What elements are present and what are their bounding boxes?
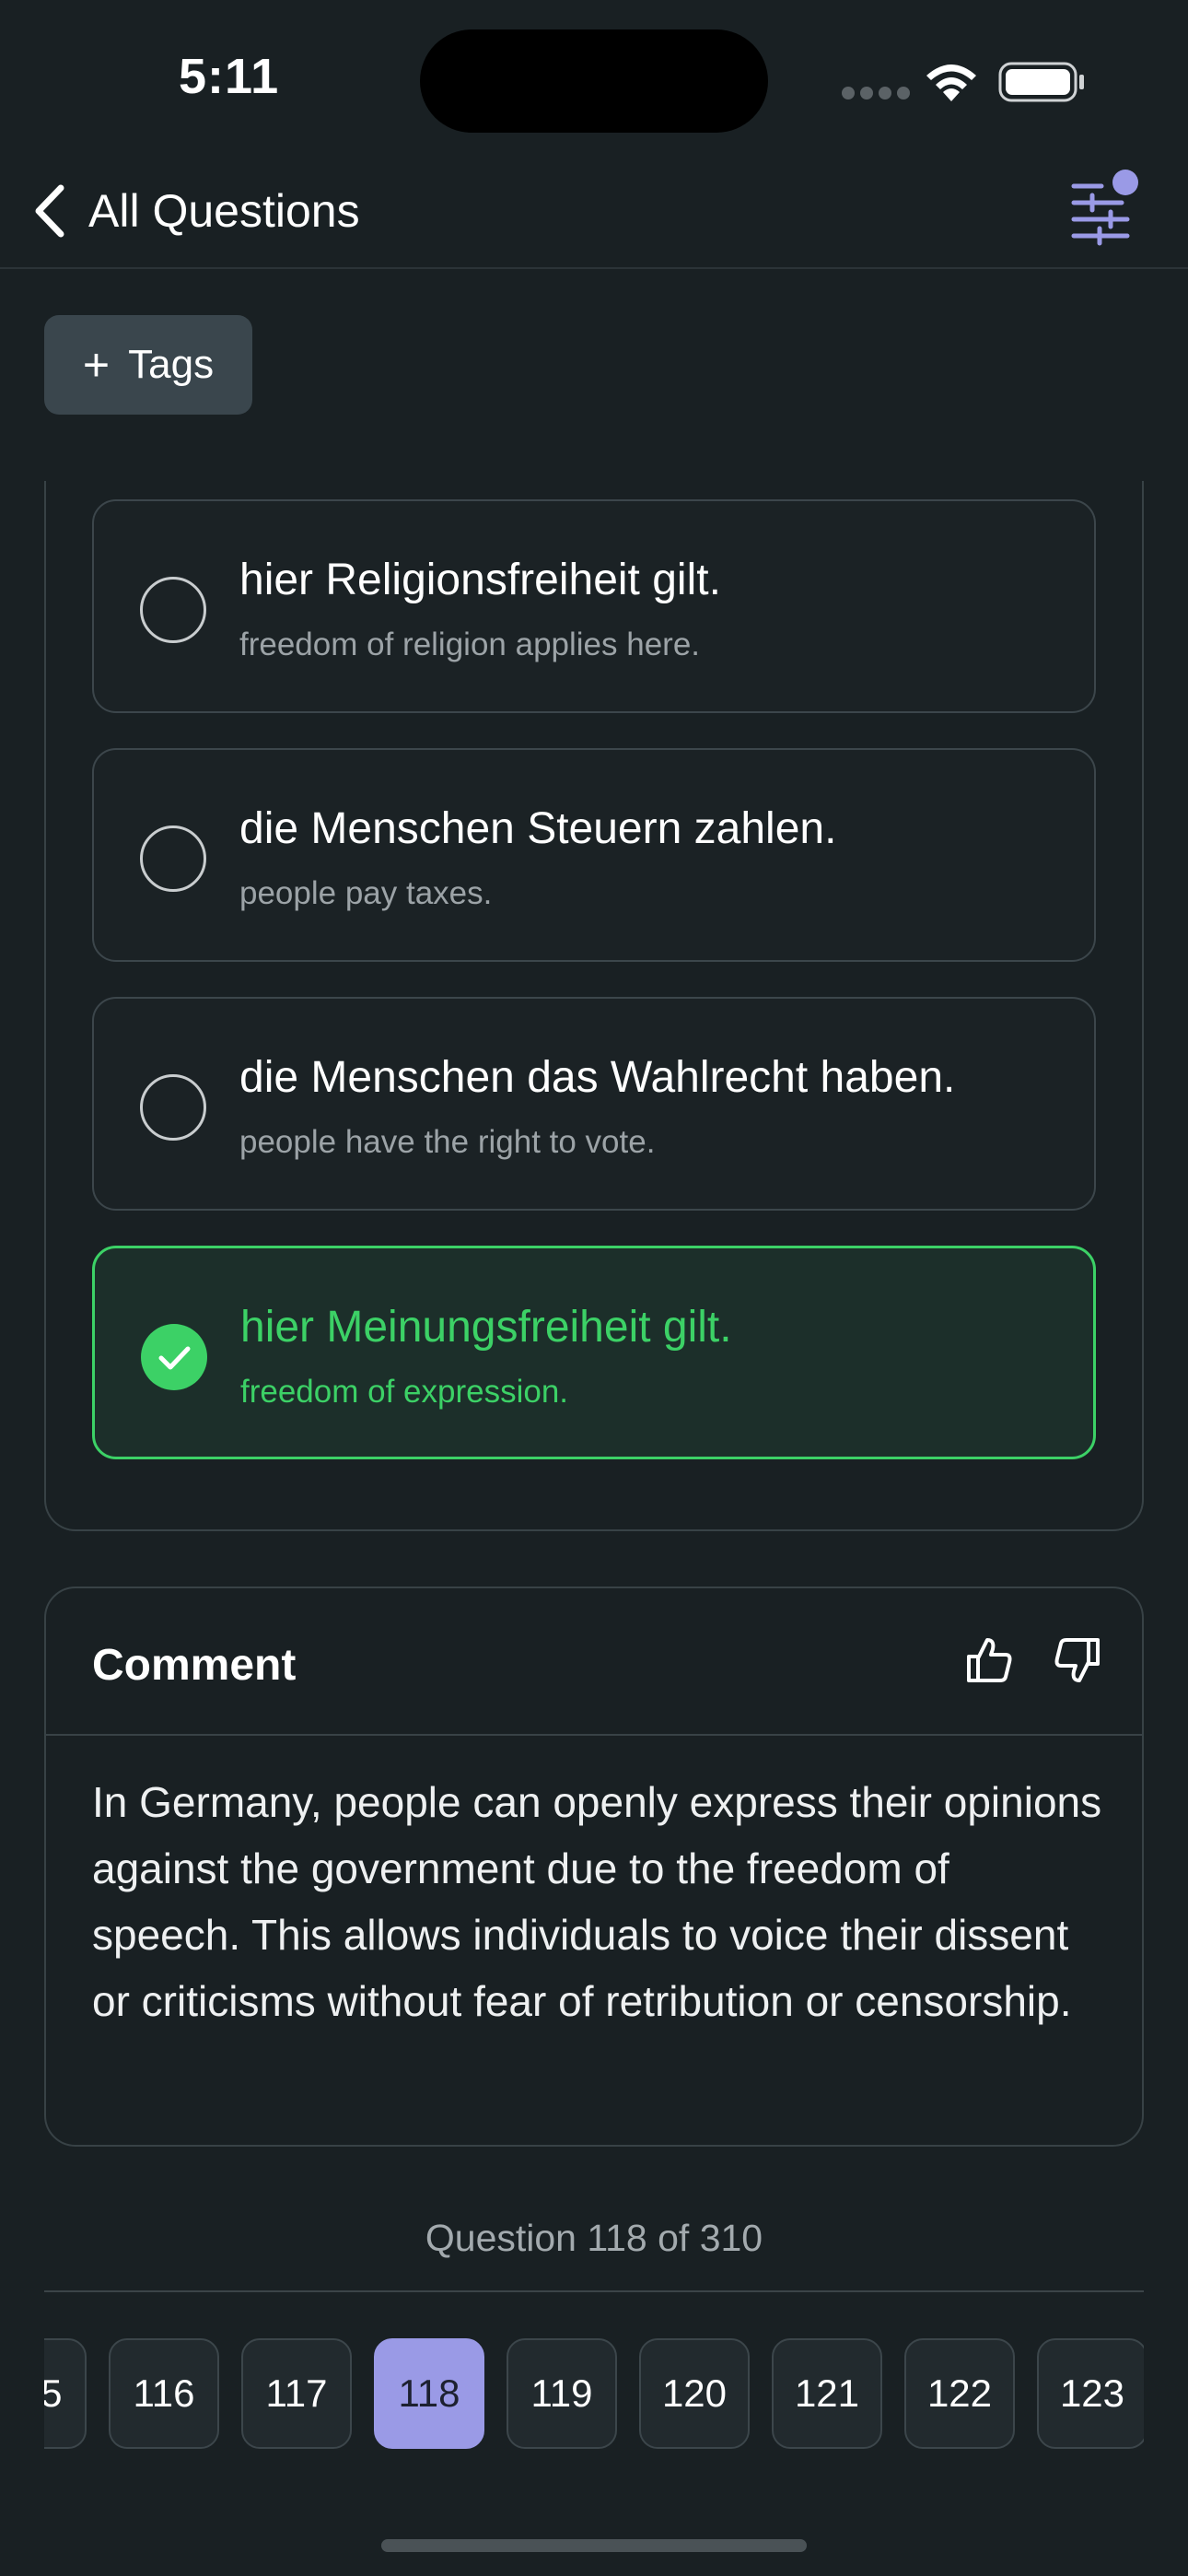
divider	[44, 2290, 1144, 2292]
back-label: All Questions	[88, 185, 360, 237]
question-counter: Question 118 of 310	[425, 2217, 763, 2259]
page-chip[interactable]: 120	[639, 2338, 750, 2449]
question-card: hier Religionsfreiheit gilt. freedom of …	[44, 481, 1144, 1531]
radio-icon	[140, 1074, 206, 1141]
option-translation: people pay taxes.	[239, 875, 493, 911]
option-text: die Menschen das Wahlrecht haben.	[239, 1053, 956, 1102]
question-pager[interactable]: 115 116 117 118 119 120 121 122 123	[44, 2338, 1144, 2451]
comment-title: Comment	[92, 1641, 297, 1690]
comment-card: Comment In Germany, people can openly ex…	[44, 1587, 1144, 2147]
page-chip[interactable]: 116	[109, 2338, 219, 2449]
home-indicator[interactable]	[381, 2539, 807, 2552]
page-chip[interactable]: 123	[1037, 2338, 1144, 2449]
nav-bar: All Questions	[0, 147, 1188, 269]
filter-button[interactable]	[1065, 166, 1147, 249]
page-chip[interactable]: 121	[772, 2338, 882, 2449]
radio-icon	[140, 825, 206, 892]
checkmark-icon	[141, 1324, 207, 1390]
page-chip[interactable]: 115	[44, 2338, 87, 2449]
comment-body: In Germany, people can openly express th…	[92, 1778, 1102, 2025]
cellular-signal-icon	[842, 87, 910, 100]
answer-option[interactable]: die Menschen Steuern zahlen. people pay …	[92, 748, 1096, 962]
thumbs-down-icon[interactable]	[1052, 1634, 1103, 1686]
option-translation: people have the right to vote.	[239, 1124, 656, 1160]
thumbs-up-icon[interactable]	[963, 1634, 1015, 1686]
sliders-icon	[1071, 170, 1138, 246]
answer-option[interactable]: hier Religionsfreiheit gilt. freedom of …	[92, 499, 1096, 713]
status-bar: 5:11	[0, 0, 1188, 147]
tags-label: Tags	[128, 342, 215, 387]
status-time: 5:11	[179, 49, 280, 104]
comment-header: Comment	[46, 1588, 1142, 1736]
option-text: hier Religionsfreiheit gilt.	[239, 556, 721, 604]
radio-icon	[140, 577, 206, 643]
dynamic-island	[420, 29, 768, 133]
page-chip[interactable]: 117	[241, 2338, 352, 2449]
chevron-left-icon	[35, 184, 64, 238]
add-tags-button[interactable]: + Tags	[44, 315, 252, 415]
battery-icon	[998, 62, 1084, 102]
answer-option-correct[interactable]: hier Meinungsfreiheit gilt. freedom of e…	[92, 1246, 1096, 1459]
option-translation: freedom of expression.	[240, 1374, 569, 1410]
option-translation: freedom of religion applies here.	[239, 626, 701, 662]
back-button[interactable]: All Questions	[31, 179, 360, 243]
plus-icon: +	[82, 339, 111, 391]
option-text: die Menschen Steuern zahlen.	[239, 804, 837, 853]
page-chip-current[interactable]: 118	[374, 2338, 484, 2449]
wifi-icon	[926, 64, 976, 101]
page-chip[interactable]: 119	[507, 2338, 617, 2449]
option-text: hier Meinungsfreiheit gilt.	[240, 1303, 732, 1352]
answer-option[interactable]: die Menschen das Wahlrecht haben. people…	[92, 997, 1096, 1211]
page-chip[interactable]: 122	[904, 2338, 1015, 2449]
